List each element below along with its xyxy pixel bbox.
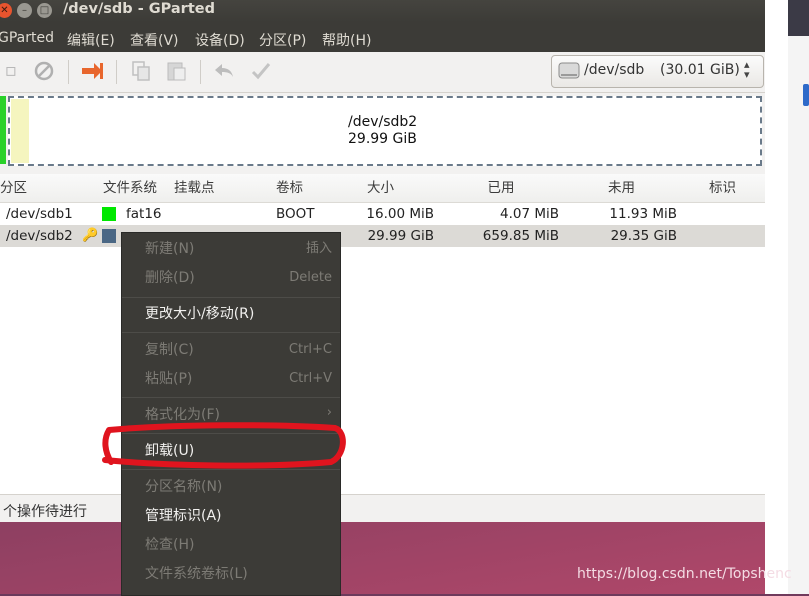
disk-icon [558, 60, 580, 86]
minimize-icon[interactable]: – [17, 3, 32, 18]
menu-item-delete[interactable]: 删除(D) [145, 268, 195, 288]
copy-icon[interactable] [130, 60, 152, 82]
device-size: (30.01 GiB) [660, 62, 740, 78]
blue-accent [803, 84, 809, 106]
fs-color-swatch [102, 207, 116, 221]
graph-partition-size: 29.99 GiB [348, 131, 417, 147]
cell-used: 4.07 MiB [499, 206, 559, 222]
column-flags[interactable]: 标识 [680, 174, 765, 203]
column-partition[interactable]: 分区 [0, 174, 100, 203]
toolbar-separator [200, 60, 201, 84]
context-menu: 新建(N) 插入 删除(D) Delete 更改大小/移动(R) 复制(C) C… [121, 232, 341, 596]
menu-separator [122, 332, 340, 333]
maximize-icon[interactable]: □ [37, 3, 52, 18]
toolbar-separator [68, 60, 69, 84]
table-row[interactable]: /dev/sdb1 fat16 BOOT 16.00 MiB 4.07 MiB … [0, 203, 765, 225]
cell-unused: 11.93 MiB [609, 206, 677, 222]
status-bar: 个操作待进行 [0, 494, 765, 522]
paste-icon[interactable] [165, 60, 187, 82]
cell-filesystem: fat16 [126, 206, 162, 222]
check-icon[interactable] [250, 60, 272, 82]
delete-icon[interactable] [33, 60, 55, 82]
graph-sdb1-segment[interactable] [0, 96, 6, 164]
accel-new: 插入 [305, 241, 332, 256]
graph-label: /dev/sdb2 29.99 GiB [348, 114, 417, 148]
accel-delete: Delete [289, 270, 332, 285]
accel-copy: Ctrl+C [288, 342, 332, 357]
status-text: 个操作待进行 [3, 504, 87, 520]
apply-arrow-icon[interactable] [80, 60, 103, 82]
menu-bar: GParted 编辑(E) 查看(V) 设备(D) 分区(P) 帮助(H) [0, 22, 765, 52]
avatar [788, 0, 809, 36]
cell-used: 659.85 MiB [482, 228, 559, 244]
toolbar-separator [116, 60, 117, 84]
undo-icon[interactable] [213, 60, 235, 82]
background-window-edge [788, 0, 809, 594]
accel-paste: Ctrl+V [289, 371, 332, 386]
menu-item-partition-name[interactable]: 分区名称(N) [145, 477, 222, 497]
menu-view[interactable]: 查看(V) [130, 30, 179, 50]
graph-sdb2-segment[interactable]: /dev/sdb2 29.99 GiB [8, 96, 762, 166]
menu-help[interactable]: 帮助(H) [322, 30, 371, 50]
watermark: https://blog.csdn.net/Topshenc [577, 566, 792, 582]
menu-item-resize-move[interactable]: 更改大小/移动(R) [145, 304, 254, 324]
fs-color-swatch [102, 229, 116, 243]
red-annotation-highlight [102, 422, 346, 469]
menu-device[interactable]: 设备(D) [195, 30, 245, 50]
new-icon[interactable]: ▫ [0, 60, 22, 82]
title-bar: ✕ – □ /dev/sdb - GParted [0, 0, 765, 22]
menu-item-manage-flags[interactable]: 管理标识(A) [145, 506, 222, 526]
menu-item-fs-label[interactable]: 文件系统卷标(L) [145, 564, 248, 584]
table-row-selected[interactable]: /dev/sdb2 🔑 29.99 GiB 659.85 MiB 29.35 G… [0, 225, 765, 247]
menu-separator [122, 297, 340, 298]
cell-partition: /dev/sdb1 [6, 206, 73, 222]
cell-label: BOOT [276, 206, 315, 222]
graph-used-portion [11, 99, 29, 163]
menu-item-check[interactable]: 检查(H) [145, 535, 194, 555]
cell-unused: 29.35 GiB [610, 228, 677, 244]
menu-item-copy[interactable]: 复制(C) [145, 340, 194, 360]
column-label[interactable]: 卷标 [272, 174, 323, 203]
menu-edit[interactable]: 编辑(E) [67, 30, 115, 50]
column-used[interactable]: 已用 [439, 174, 564, 203]
menu-partition[interactable]: 分区(P) [259, 30, 306, 50]
cell-size: 16.00 MiB [366, 206, 434, 222]
column-unused[interactable]: 未用 [563, 174, 681, 203]
menu-gparted[interactable]: GParted [0, 30, 54, 46]
column-filesystem[interactable]: 文件系统 [99, 174, 171, 203]
column-mountpoint[interactable]: 挂载点 [170, 174, 273, 203]
dropdown-arrow-icon: ▴ ▾ [744, 58, 750, 81]
device-selector[interactable]: /dev/sdb (30.01 GiB) ▴ ▾ [551, 55, 764, 88]
menu-item-paste[interactable]: 粘贴(P) [145, 369, 192, 389]
lock-icon: 🔑 [82, 228, 99, 243]
device-name: /dev/sdb [584, 62, 645, 78]
close-icon[interactable]: ✕ [0, 3, 12, 18]
partition-graph: /dev/sdb2 29.99 GiB [0, 93, 765, 169]
window-title: /dev/sdb - GParted [63, 1, 215, 17]
menu-item-new[interactable]: 新建(N) [145, 239, 194, 259]
column-size[interactable]: 大小 [322, 174, 440, 203]
cell-partition: /dev/sdb2 [6, 228, 73, 244]
menu-separator [122, 397, 340, 398]
graph-partition-name: /dev/sdb2 [348, 114, 418, 130]
